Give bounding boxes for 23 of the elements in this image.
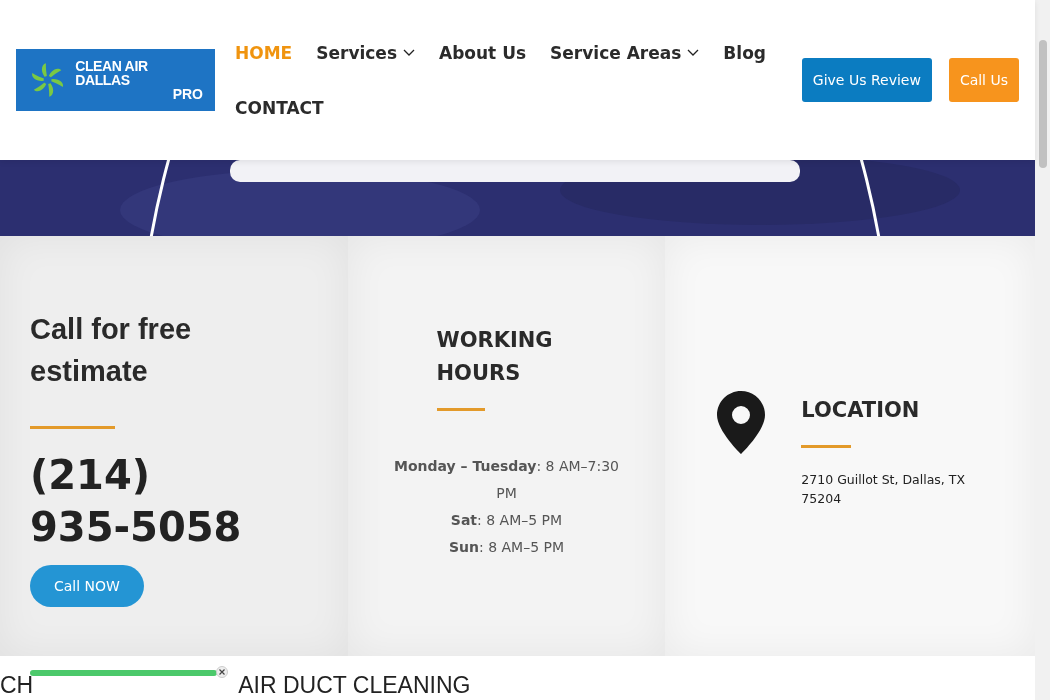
hours-text: Monday – Tuesday: 8 AM–7:30 PM: [393, 457, 620, 503]
logo-text: PRO: [172, 87, 203, 101]
phone-number: (214) 935-5058: [30, 451, 243, 552]
nav-link[interactable]: Blog: [723, 40, 766, 66]
section-heading: AIR DUCT CLEANING: [238, 672, 471, 698]
nav-link[interactable]: Services: [316, 40, 415, 66]
map-pin-icon: [717, 391, 766, 454]
card-title: Call for free estimate: [30, 312, 193, 389]
scrollbar-thumb[interactable]: [1038, 40, 1047, 168]
card-title: WORKING HOURS: [436, 327, 554, 387]
nav-link[interactable]: Service Areas: [550, 40, 700, 66]
address-text: 2710 Guillot St, Dallas, TX 75204: [801, 470, 966, 508]
logo-text: CLEAN AIR DALLAS: [75, 59, 149, 87]
nav-link[interactable]: CONTACT: [235, 96, 324, 122]
scrollbar[interactable]: [1035, 0, 1050, 700]
card-title: LOCATION: [801, 397, 921, 424]
hours-text: Sun: 8 AM–5 PM: [448, 538, 565, 557]
close-icon[interactable]: [216, 666, 228, 678]
logo[interactable]: CLEAN AIR DALLAS PRO: [16, 49, 215, 111]
section-heading: CH: [0, 672, 34, 698]
header-button[interactable]: Give Us Review: [801, 58, 932, 102]
nav-link[interactable]: About Us: [439, 40, 527, 66]
hours-text: Sat: 8 AM–5 PM: [450, 511, 563, 530]
